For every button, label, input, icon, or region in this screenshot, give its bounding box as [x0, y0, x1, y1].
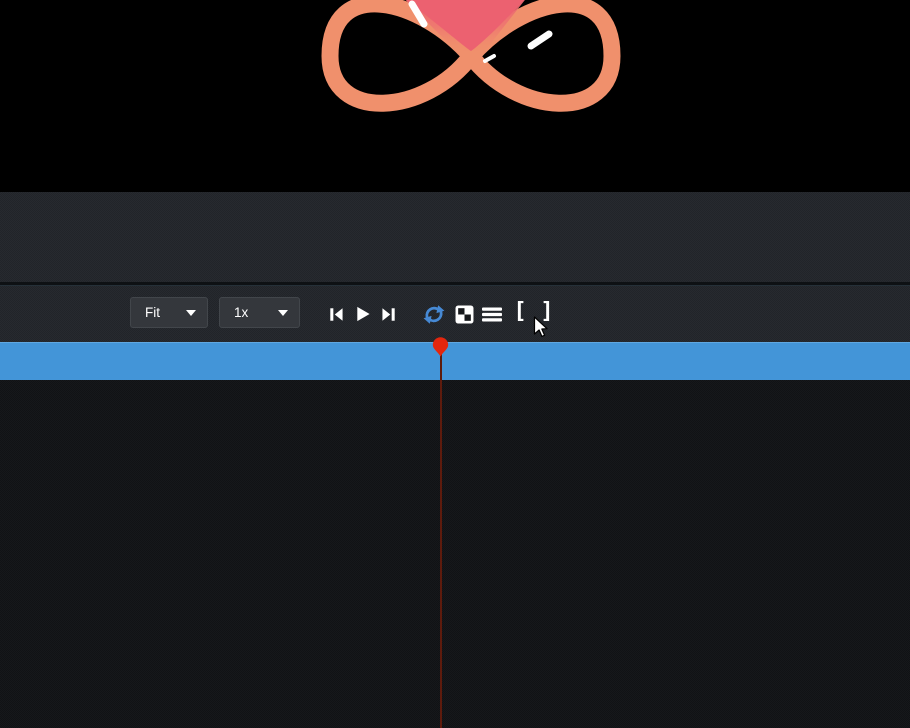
skip-to-start-icon — [328, 306, 344, 323]
player-toolbar: Fit 1x — [0, 285, 910, 342]
skip-to-end-button[interactable] — [378, 304, 400, 324]
chevron-down-icon — [186, 310, 196, 316]
loop-toggle-button[interactable] — [422, 304, 446, 324]
skip-to-start-button[interactable] — [325, 304, 347, 324]
chevron-down-icon — [278, 310, 288, 316]
preview-stage — [0, 0, 910, 190]
timeline-tracks-panel — [0, 380, 910, 728]
animation-player-window: Fit 1x — [0, 0, 910, 728]
controls-panel — [0, 190, 910, 285]
checkerboard-icon — [455, 305, 474, 324]
set-out-point-button[interactable]: ] — [536, 302, 558, 322]
menu-lines-icon — [482, 306, 502, 323]
lottie-artwork — [0, 0, 910, 190]
playback-speed-value: 1x — [234, 305, 248, 320]
menu-button[interactable] — [481, 304, 503, 324]
background-toggle-button[interactable] — [453, 304, 475, 324]
set-in-point-button[interactable]: [ — [509, 302, 531, 322]
play-button[interactable] — [351, 304, 373, 324]
skip-to-end-icon — [381, 306, 397, 323]
play-icon — [354, 305, 371, 323]
zoom-fit-value: Fit — [145, 305, 160, 320]
timeline-scrubber[interactable] — [0, 342, 910, 380]
in-bracket-glyph: [ — [513, 302, 526, 322]
loop-icon — [422, 304, 446, 325]
out-bracket-glyph: ] — [540, 302, 553, 322]
playhead-line — [440, 352, 442, 728]
playhead[interactable] — [432, 337, 449, 357]
playback-speed-dropdown[interactable]: 1x — [219, 297, 300, 328]
zoom-fit-dropdown[interactable]: Fit — [130, 297, 208, 328]
